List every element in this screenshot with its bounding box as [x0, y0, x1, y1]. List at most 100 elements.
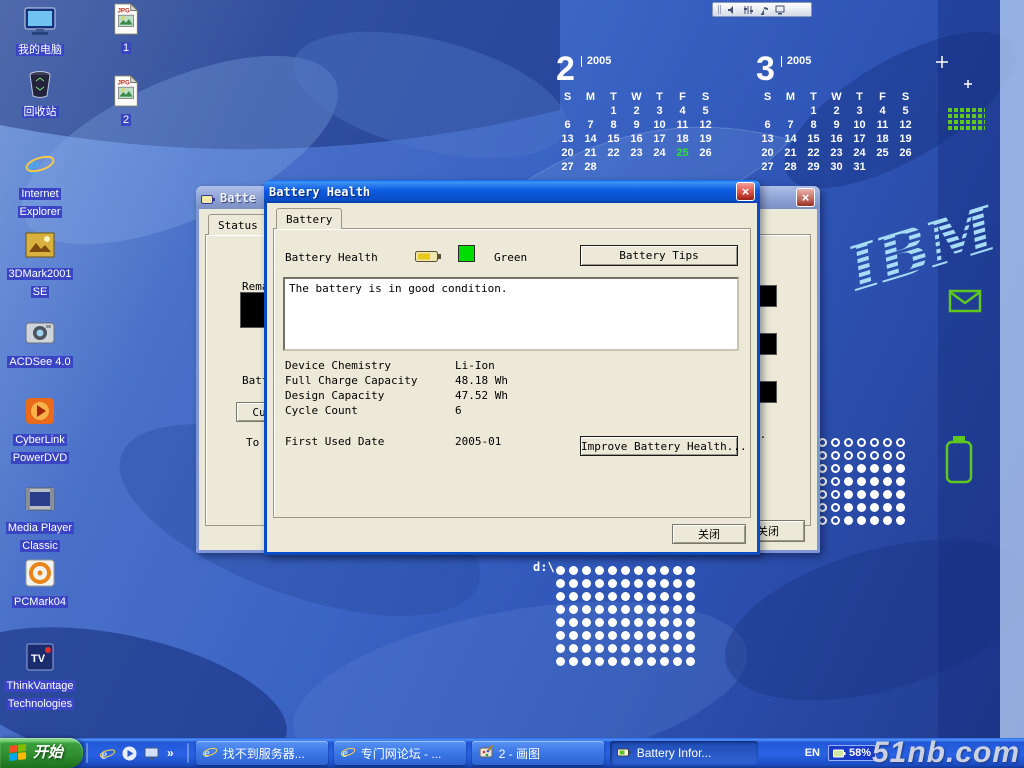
dot	[621, 566, 630, 575]
taskbar-divider	[187, 743, 189, 763]
field-value: 6	[455, 404, 462, 417]
note-icon[interactable]	[759, 5, 769, 15]
calendar-date: 2	[625, 104, 648, 118]
quick-launch-overflow-icon[interactable]: »	[165, 746, 176, 760]
close-icon[interactable]: ×	[736, 182, 755, 201]
quick-launch-ie-icon[interactable]: e	[99, 745, 116, 762]
dot	[857, 516, 866, 525]
condition-textbox[interactable]: The battery is in good condition.	[283, 277, 739, 351]
dot	[621, 605, 630, 614]
task-button-label: 找不到服务器...	[223, 745, 305, 762]
dot	[896, 477, 905, 486]
battery-icon	[201, 192, 216, 204]
quick-launch-show-desktop-icon[interactable]	[143, 745, 160, 762]
tab-battery[interactable]: Battery	[276, 208, 342, 229]
desktop-icon-label: 我的电脑	[16, 44, 64, 56]
language-indicator[interactable]: EN	[805, 747, 820, 759]
calendar-date: 14	[779, 132, 802, 146]
desktop-icon-media-player-classic[interactable]: Media Player Classic	[2, 482, 78, 554]
task-button-4[interactable]: Battery Infor...	[610, 741, 758, 765]
field-label: Cycle Count	[285, 404, 358, 417]
calendar-date: 11	[671, 118, 694, 132]
improve-battery-health-button[interactable]: Improve Battery Health...	[580, 436, 738, 456]
dot	[660, 592, 669, 601]
calendar-date: 22	[802, 146, 825, 160]
desktop-icon-thinkvantage[interactable]: TVThinkVantage Technologies	[2, 640, 78, 712]
calendar-day-header: S	[894, 90, 917, 104]
dot	[844, 451, 853, 460]
calendar-date: 21	[579, 146, 602, 160]
dot	[660, 605, 669, 614]
dot	[883, 451, 892, 460]
desktop-icon-recycle-bin[interactable]: 回收站	[2, 66, 78, 120]
internet-explorer-icon: e	[23, 148, 57, 182]
pcmark04-icon	[23, 556, 57, 590]
battery-tips-button[interactable]: Battery Tips	[580, 245, 738, 266]
dot	[844, 503, 853, 512]
calendar-date	[648, 160, 671, 174]
dot	[844, 490, 853, 499]
calendar-day-header: W	[825, 90, 848, 104]
field-label: Full Charge Capacity	[285, 374, 417, 387]
dot	[673, 579, 682, 588]
volume-toolbar[interactable]	[712, 2, 812, 17]
drive-label: d:\	[533, 560, 555, 574]
desktop-icon-acdsee[interactable]: ACDSee 4.0	[2, 316, 78, 370]
3dmark2001-icon	[23, 228, 57, 262]
dot	[582, 592, 591, 601]
desktop-icon-label: Internet Explorer	[18, 188, 63, 218]
health-status-color-swatch	[458, 245, 475, 262]
svg-text:e: e	[342, 745, 348, 760]
dot	[673, 657, 682, 666]
dot	[569, 566, 578, 575]
calendar-date: 17	[648, 132, 671, 146]
start-button[interactable]: 开始	[0, 738, 83, 768]
calendar-date	[756, 104, 779, 118]
mixer-icon[interactable]	[743, 5, 753, 15]
dot	[673, 605, 682, 614]
dot	[569, 644, 578, 653]
calendar-date: 9	[825, 118, 848, 132]
calendar-day-header: F	[871, 90, 894, 104]
calendar-date: 19	[894, 132, 917, 146]
desktop-icon-pcmark04[interactable]: PCMark04	[2, 556, 78, 610]
quick-launch-media-icon[interactable]	[121, 745, 138, 762]
calendar-date: 8	[602, 118, 625, 132]
calendar-date: 5	[694, 104, 717, 118]
desktop-icon-3dmark2001[interactable]: 3DMark2001 SE	[2, 228, 78, 300]
task-button-1[interactable]: e找不到服务器...	[196, 741, 328, 765]
taskbar: 开始 e » e找不到服务器...e专门网论坛 - ...2 - 画图Batte…	[0, 738, 1024, 768]
dot	[556, 618, 565, 627]
desktop-icon-powerdvd[interactable]: CyberLink PowerDVD	[2, 394, 78, 466]
calendar-date: 23	[825, 146, 848, 160]
speaker-icon[interactable]	[727, 5, 737, 15]
display-icon[interactable]	[775, 5, 785, 15]
dialog-close-button[interactable]: 关闭	[672, 524, 746, 544]
calendar-day-header: S	[756, 90, 779, 104]
task-button-2[interactable]: e专门网论坛 - ...	[334, 741, 466, 765]
recycle-bin-icon	[23, 66, 57, 100]
field-label: Design Capacity	[285, 389, 384, 402]
desktop-icon-my-computer[interactable]: 我的电脑	[2, 4, 78, 58]
desktop-icon-jpg-file[interactable]: JPG2	[88, 74, 164, 128]
task-button-3[interactable]: 2 - 画图	[472, 741, 604, 765]
dot	[686, 618, 695, 627]
desktop-icon-internet-explorer[interactable]: e Internet Explorer	[2, 148, 78, 220]
paint-icon	[478, 744, 494, 763]
desktop-icon-label: PCMark04	[12, 596, 68, 608]
desktop-icon-jpg-file[interactable]: JPG1	[88, 2, 164, 56]
dot	[831, 490, 840, 499]
dot-grid-decoration	[556, 566, 699, 670]
tab-status[interactable]: Status	[208, 214, 268, 235]
dot	[647, 592, 656, 601]
calendar-date: 1	[802, 104, 825, 118]
close-icon[interactable]: ×	[796, 188, 815, 207]
dot	[569, 657, 578, 666]
dialog-title-bar[interactable]: Battery Health ×	[264, 180, 760, 203]
toolbar-grip[interactable]	[718, 5, 721, 14]
desktop-icon-label: ACDSee 4.0	[7, 356, 72, 368]
dot	[870, 438, 879, 447]
battery-tray-indicator[interactable]: 58%	[828, 745, 876, 761]
dot	[673, 631, 682, 640]
calendar-date: 18	[871, 132, 894, 146]
